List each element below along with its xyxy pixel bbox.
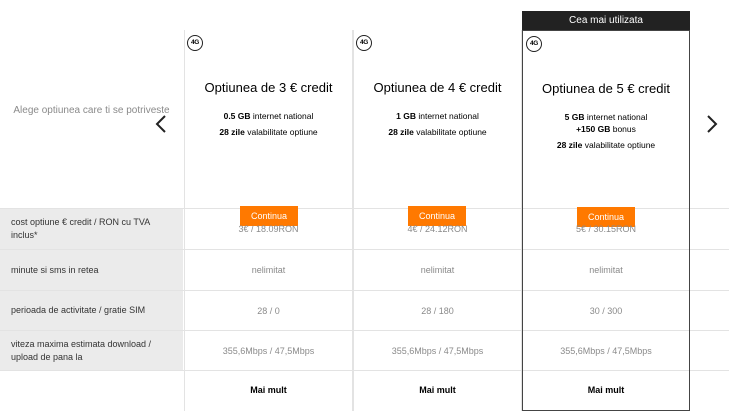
option-feature-validity: 28 zile valabilitate optiune (219, 127, 318, 137)
chevron-left-icon (155, 115, 166, 133)
4g-icon: 4G (526, 36, 542, 52)
period-cell: 30 / 300 (589, 305, 623, 316)
option-card-2: 4G Optiunea de 4 € credit 1 GB internet … (353, 30, 522, 226)
option-card-1: 4G Optiunea de 3 € credit 0.5 GB interne… (184, 30, 353, 226)
row-label-cost: cost optiune € credit / RON cu TVA inclu… (0, 209, 183, 249)
option-title: Optiunea de 5 € credit (542, 81, 670, 96)
period-cell: 28 / 0 (257, 305, 280, 316)
more-link[interactable]: Mai mult (184, 384, 353, 397)
option-title: Optiunea de 4 € credit (373, 80, 502, 95)
next-arrow[interactable] (705, 114, 719, 134)
prev-arrow[interactable] (154, 114, 168, 134)
chevron-right-icon (707, 115, 718, 133)
option-feature-validity: 28 zile valabilitate optiune (556, 140, 656, 150)
period-cell: 28 / 180 (421, 305, 454, 316)
row-label-speed: viteza maxima estimata download / upload… (0, 331, 183, 370)
minutes-cell: nelimitat (589, 265, 623, 275)
minutes-cell: nelimitat (251, 265, 286, 275)
option-feature-validity: 28 zile valabilitate optiune (388, 127, 487, 137)
cost-cell: 4€ / 24.12RON (407, 224, 468, 234)
option-feature-bonus: +150 GB bonus (576, 124, 636, 134)
more-link[interactable]: Mai mult (353, 384, 522, 397)
cost-cell: 3€ / 18.09RON (238, 224, 299, 234)
most-used-badge: Cea mai utilizata (522, 11, 690, 30)
option-feature-data: 0.5 GB internet national (223, 111, 314, 121)
minutes-cell: nelimitat (420, 265, 455, 275)
speed-cell: 355,6Mbps / 47,5Mbps (222, 345, 315, 356)
more-link[interactable]: Mai mult (522, 384, 690, 397)
4g-icon: 4G (187, 35, 203, 51)
speed-cell: 355,6Mbps / 47,5Mbps (391, 345, 484, 356)
option-feature-data: 1 GB internet national (396, 111, 479, 121)
option-title: Optiunea de 3 € credit (204, 80, 333, 95)
row-label-period: perioada de activitate / gratie SIM (0, 291, 183, 330)
4g-icon: 4G (356, 35, 372, 51)
cost-cell: 5€ / 30.15RON (575, 224, 637, 234)
row-label-minutes: minute si sms in retea (0, 250, 183, 290)
speed-cell: 355,6Mbps / 47,5Mbps (560, 345, 652, 356)
